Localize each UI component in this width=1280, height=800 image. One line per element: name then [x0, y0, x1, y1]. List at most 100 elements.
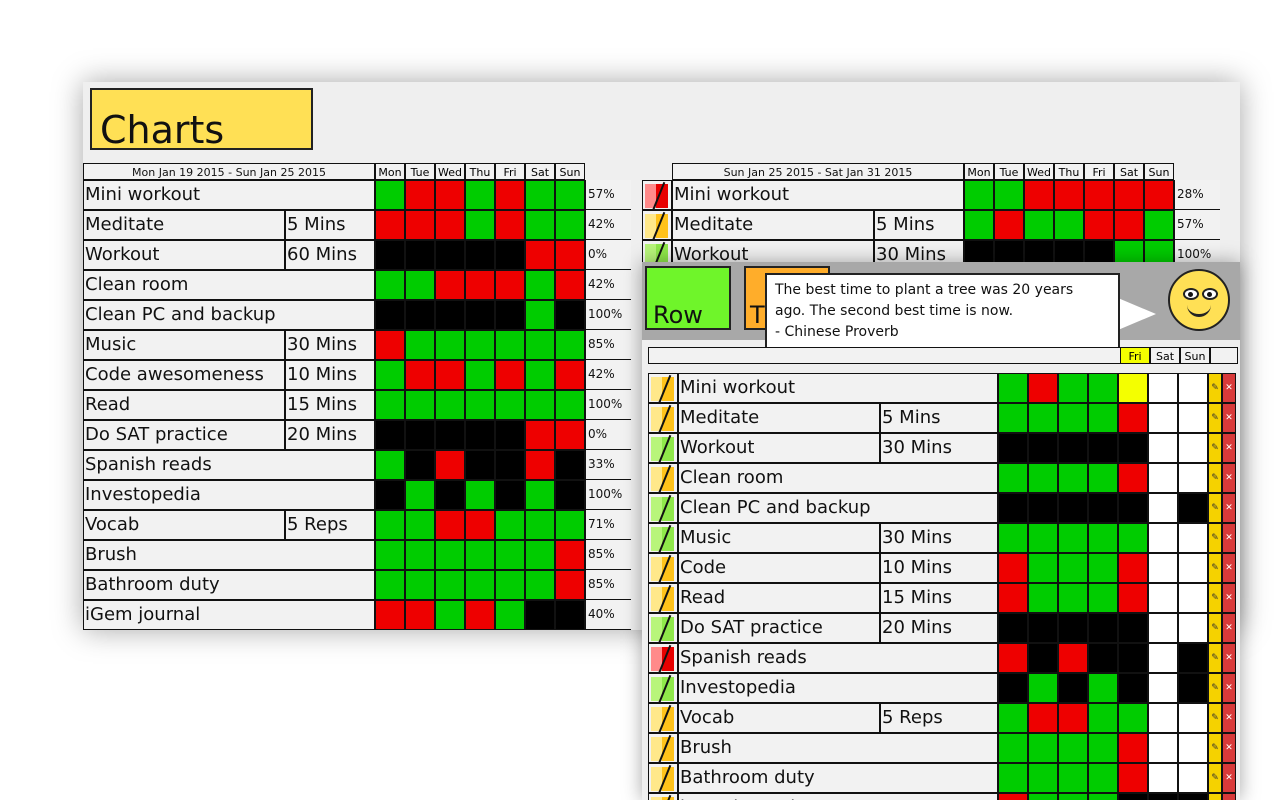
day-cell[interactable] [405, 180, 435, 210]
habit-row[interactable]: Meditate 5 Mins 42% [83, 210, 631, 240]
delete-icon[interactable]: ✕ [1222, 703, 1236, 733]
day-cell[interactable] [495, 210, 525, 240]
habit-row[interactable]: Read 15 Mins ✎ ✕ [648, 583, 1238, 613]
day-cell[interactable] [1118, 673, 1148, 703]
habit-name[interactable]: Music [678, 523, 880, 553]
day-cell[interactable] [1024, 210, 1054, 240]
day-cell[interactable] [465, 510, 495, 540]
day-cell[interactable] [405, 450, 435, 480]
day-cell[interactable] [405, 270, 435, 300]
day-cell[interactable] [1144, 210, 1174, 240]
day-cell[interactable] [1088, 763, 1118, 793]
habit-name[interactable]: Workout [83, 240, 285, 270]
day-cell[interactable] [1058, 673, 1088, 703]
day-cell[interactable] [405, 390, 435, 420]
day-cell[interactable] [964, 180, 994, 210]
day-cell[interactable] [1148, 553, 1178, 583]
day-cell[interactable] [1178, 733, 1208, 763]
edit-pencil-icon[interactable]: ✎ [1208, 793, 1222, 800]
day-cell[interactable] [1148, 643, 1178, 673]
habit-name[interactable]: Code awesomeness [83, 360, 285, 390]
habit-row[interactable]: Spanish reads 33% [83, 450, 631, 480]
day-cell[interactable] [1178, 703, 1208, 733]
habit-name[interactable]: Investopedia [678, 673, 998, 703]
day-cell[interactable] [495, 330, 525, 360]
habit-row[interactable]: Workout 30 Mins ✎ ✕ [648, 433, 1238, 463]
day-cell[interactable] [1088, 703, 1118, 733]
day-cell[interactable] [1148, 613, 1178, 643]
day-cell[interactable] [435, 510, 465, 540]
day-cell[interactable] [1028, 583, 1058, 613]
day-cell[interactable] [495, 480, 525, 510]
day-cell[interactable] [1148, 463, 1178, 493]
day-cell[interactable] [1118, 433, 1148, 463]
habit-name[interactable]: Brush [83, 540, 375, 570]
edit-pencil-icon[interactable]: ✎ [1208, 763, 1222, 793]
edit-pencil-icon[interactable]: ✎ [1208, 703, 1222, 733]
day-cell[interactable] [375, 180, 405, 210]
day-cell[interactable] [1178, 403, 1208, 433]
habit-name[interactable]: Meditate [678, 403, 880, 433]
day-cell[interactable] [495, 540, 525, 570]
habit-row[interactable]: Bathroom duty 85% [83, 570, 631, 600]
day-cell[interactable] [465, 540, 495, 570]
day-cell[interactable] [555, 600, 585, 630]
day-cell[interactable] [1148, 733, 1178, 763]
day-cell[interactable] [435, 210, 465, 240]
day-cell[interactable] [495, 300, 525, 330]
day-cell[interactable] [435, 180, 465, 210]
day-cell[interactable] [1028, 673, 1058, 703]
day-cell[interactable] [465, 240, 495, 270]
day-cell[interactable] [1178, 553, 1208, 583]
habit-name[interactable]: Clean room [678, 463, 998, 493]
delete-icon[interactable]: ✕ [1222, 553, 1236, 583]
day-cell[interactable] [1118, 643, 1148, 673]
habit-row[interactable]: Do SAT practice 20 Mins 0% [83, 420, 631, 450]
day-cell[interactable] [375, 330, 405, 360]
day-cell[interactable] [1088, 433, 1118, 463]
day-cell[interactable] [1028, 433, 1058, 463]
day-cell[interactable] [525, 180, 555, 210]
habit-row[interactable]: Meditate 5 Mins ✎ ✕ [648, 403, 1238, 433]
habit-name[interactable]: Vocab [678, 703, 880, 733]
day-cell[interactable] [1058, 703, 1088, 733]
edit-pencil-icon[interactable]: ✎ [1208, 673, 1222, 703]
day-cell[interactable] [1118, 403, 1148, 433]
habit-row[interactable]: Clean room 42% [83, 270, 631, 300]
habit-name[interactable]: Spanish reads [678, 643, 998, 673]
day-cell[interactable] [375, 390, 405, 420]
day-cell[interactable] [465, 450, 495, 480]
row-flag-icon[interactable] [648, 583, 678, 613]
habit-row[interactable]: Workout 60 Mins 0% [83, 240, 631, 270]
row-flag-icon[interactable] [648, 373, 678, 403]
habit-row[interactable]: Mini workout 28% [642, 180, 1220, 210]
day-cell[interactable] [994, 180, 1024, 210]
day-cell[interactable] [525, 390, 555, 420]
edit-pencil-icon[interactable]: ✎ [1208, 373, 1222, 403]
day-cell[interactable] [555, 360, 585, 390]
day-cell[interactable] [998, 703, 1028, 733]
day-cell[interactable] [375, 480, 405, 510]
day-cell[interactable] [1118, 463, 1148, 493]
day-cell[interactable] [525, 270, 555, 300]
day-cell[interactable] [465, 180, 495, 210]
day-cell[interactable] [405, 210, 435, 240]
habit-name[interactable]: Spanish reads [83, 450, 375, 480]
delete-icon[interactable]: ✕ [1222, 673, 1236, 703]
day-cell[interactable] [1058, 463, 1088, 493]
day-cell[interactable] [555, 270, 585, 300]
day-cell[interactable] [405, 300, 435, 330]
day-cell[interactable] [495, 450, 525, 480]
day-cell[interactable] [435, 390, 465, 420]
day-cell[interactable] [1028, 493, 1058, 523]
habit-name[interactable]: Mini workout [83, 180, 375, 210]
day-cell[interactable] [994, 210, 1024, 240]
day-cell[interactable] [1148, 433, 1178, 463]
day-cell[interactable] [555, 180, 585, 210]
day-cell[interactable] [525, 420, 555, 450]
day-cell[interactable] [1088, 523, 1118, 553]
day-cell[interactable] [1058, 553, 1088, 583]
day-cell[interactable] [525, 300, 555, 330]
row-flag-icon[interactable] [648, 553, 678, 583]
habit-name[interactable]: Bathroom duty [83, 570, 375, 600]
